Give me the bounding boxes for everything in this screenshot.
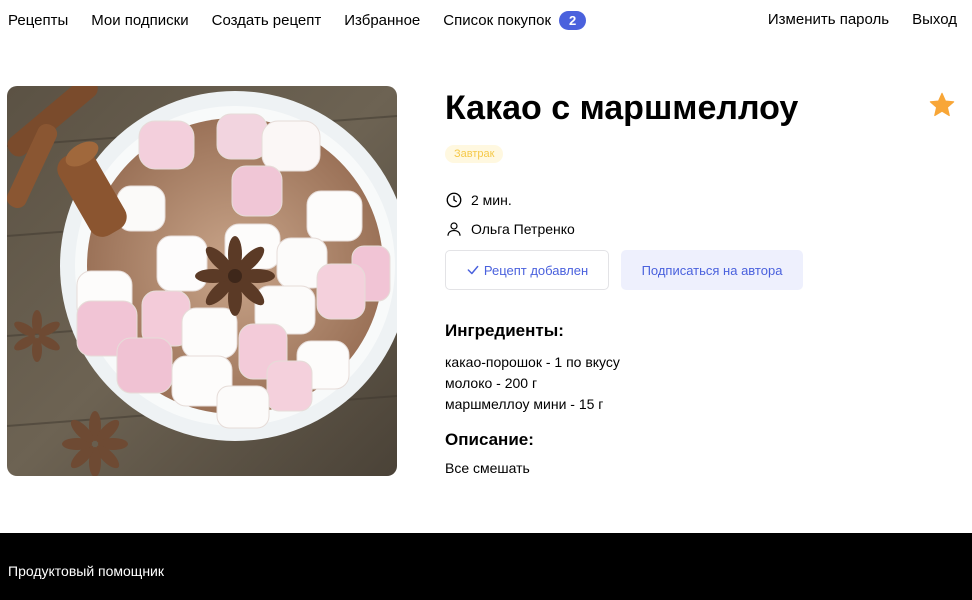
cooking-time-text: 2 мин. (471, 192, 512, 208)
description-heading: Описание: (445, 430, 534, 449)
recipe-author: Ольга Петренко (445, 220, 575, 238)
shopping-list-count-badge: 2 (559, 11, 587, 30)
recipe-added-button[interactable]: Рецепт добавлен (445, 250, 609, 290)
shopping-list-label: Список покупок (443, 11, 552, 29)
author-name[interactable]: Ольга Петренко (471, 221, 575, 237)
nav-right: Изменить пароль Выход (745, 11, 957, 29)
ingredient-item: какао-порошок - 1 по вкусу (445, 354, 620, 370)
favorite-star-icon[interactable] (928, 91, 956, 119)
clock-icon (446, 192, 462, 208)
nav-recipes[interactable]: Рецепты (8, 12, 68, 30)
user-icon (447, 222, 461, 236)
nav-shopping-list[interactable]: Список покупок 2 (443, 11, 587, 30)
ingredient-item: маршмеллоу мини - 15 г (445, 396, 604, 412)
description-text: Все смешать (445, 460, 530, 476)
ingredients-list: какао-порошок - 1 по вкусу молоко - 200 … (445, 352, 620, 415)
footer-brand: Продуктовый помощник (8, 563, 165, 579)
nav-favorites[interactable]: Избранное (344, 12, 420, 30)
nav-subscriptions[interactable]: Мои подписки (91, 12, 188, 30)
checkmark-icon (467, 265, 479, 275)
recipe-title: Какао с маршмеллоу (445, 89, 799, 127)
recipe-tag-badge: Завтрак (445, 145, 504, 163)
nav-logout[interactable]: Выход (912, 11, 957, 29)
footer: Продуктовый помощник (0, 533, 972, 600)
ingredient-item: молоко - 200 г (445, 375, 538, 391)
recipe-photo-illustration (7, 86, 397, 476)
top-nav: Рецепты Мои подписки Создать рецепт Избр… (0, 0, 972, 40)
nav-create-recipe[interactable]: Создать рецепт (212, 12, 322, 30)
nav-left: Рецепты Мои подписки Создать рецепт Избр… (8, 11, 587, 30)
recipe-photo (7, 86, 397, 476)
nav-change-password[interactable]: Изменить пароль (768, 11, 889, 29)
subscribe-author-button[interactable]: Подписаться на автора (621, 250, 803, 290)
ingredients-heading: Ингредиенты: (445, 321, 564, 340)
cooking-time: 2 мин. (445, 191, 512, 209)
recipe-added-label: Рецепт добавлен (483, 262, 589, 278)
